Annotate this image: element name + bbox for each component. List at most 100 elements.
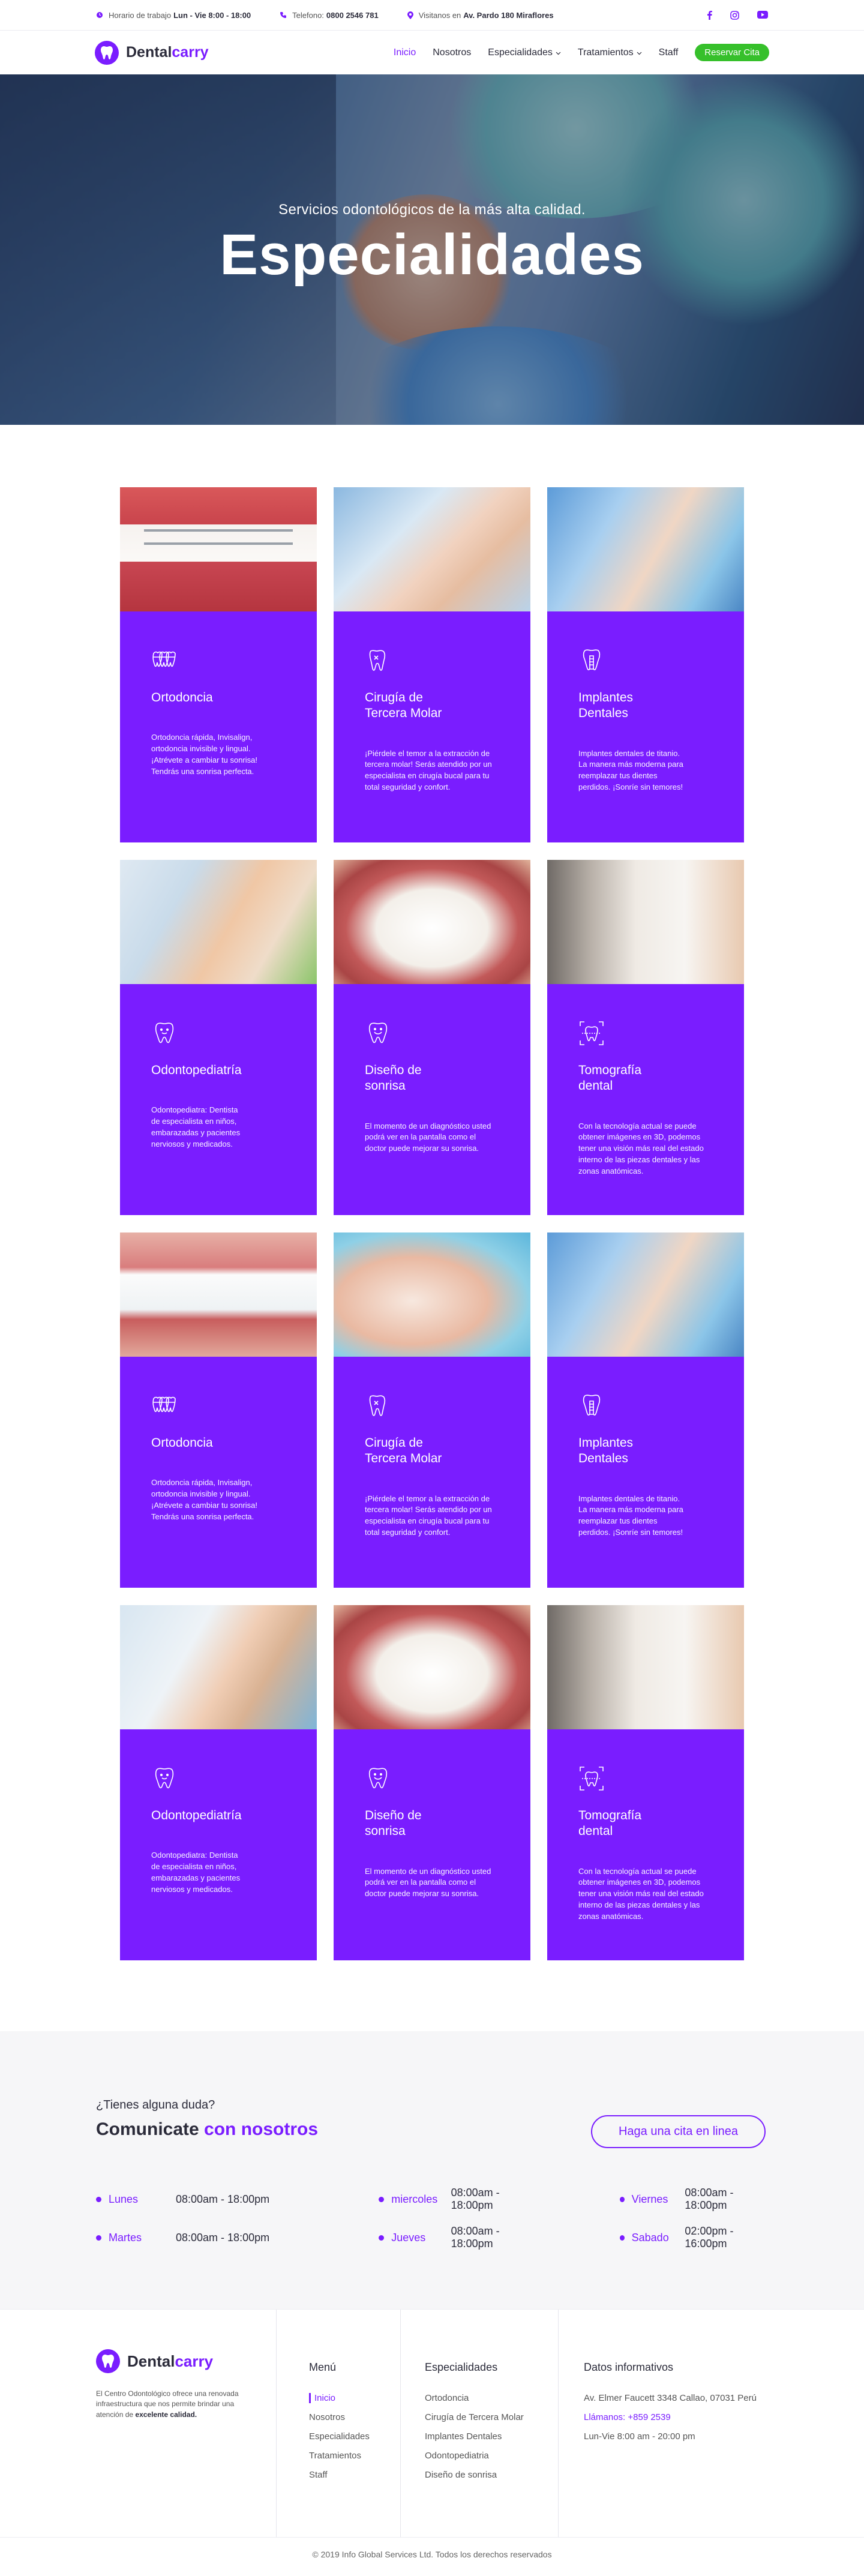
site-logo[interactable]: Dental carry [95, 40, 209, 65]
footer-info-title: Datos informativos [584, 2361, 674, 2373]
nav-item-inicio[interactable]: Inicio [394, 47, 416, 58]
visit-label: Visitanos en [418, 10, 461, 20]
molar-icon [365, 650, 391, 676]
specialty-body: Ortodoncia Ortodoncia rápida, Invisalign,… [120, 1357, 317, 1523]
footer-link-implantes[interactable]: Implantes Dentales [425, 2431, 558, 2442]
footer-link-inicio[interactable]: Inicio [309, 2393, 400, 2403]
implant-icon [578, 1395, 605, 1422]
specialty-card[interactable]: Cirugía de Tercera Molar ¡Piérdele el tem… [334, 1232, 530, 1588]
specialty-description: Con la tecnología actual se puede obtene… [578, 1121, 704, 1175]
specialty-card[interactable]: Diseño de sonrisa El momento de un diagnó… [334, 860, 530, 1215]
online-appointment-button[interactable]: Haga una cita en linea [590, 2115, 766, 2148]
hours-day: miercoles [391, 2193, 438, 2205]
hero-text: Servicios odontológicos de la más alta c… [0, 202, 864, 288]
specialty-description: Odontopediatra: Dentista de especialista… [151, 1105, 241, 1148]
braces-tooth-icon [151, 1396, 178, 1422]
footer-schedule: Lun-Vie 8:00 am - 20:00 pm [584, 2431, 695, 2442]
specialty-body: Odontopediatría Odontopediatra: Dentista … [120, 984, 317, 1150]
hours-row: Lunes 08:00am - 18:00pm [96, 2187, 320, 2212]
footer-link-odontopediatria[interactable]: Odontopediatria [425, 2451, 558, 2461]
specialty-image [120, 1232, 317, 1357]
hours-value: Lun - Vie 8:00 - 18:00 [173, 10, 251, 20]
hours-day: Martes [109, 2231, 142, 2244]
specialty-description: Implantes dentales de titanio. La manera… [578, 748, 683, 792]
specialty-body: Diseño de sonrisa El momento de un diagnó… [334, 1729, 530, 1900]
nav-item-especialidades[interactable]: Especialidades [488, 47, 561, 58]
specialty-body: Cirugía de Tercera Molar ¡Piérdele el tem… [334, 1357, 530, 1539]
tooth-logo-icon [96, 2349, 120, 2373]
hours-time: 08:00am - 18:00pm [451, 2225, 500, 2250]
scan-icon [578, 1767, 605, 1794]
facebook-icon[interactable] [707, 10, 712, 20]
specialty-title: Diseño de sonrisa [365, 1063, 422, 1093]
specialty-body: Odontopediatría Odontopediatra: Dentista … [120, 1729, 317, 1896]
specialty-card[interactable]: Implantes Dentales Implantes dentales de … [547, 487, 744, 842]
nav-item-tratamientos[interactable]: Tratamientos [578, 47, 642, 58]
bullet-icon [619, 2196, 625, 2202]
bullet-icon [96, 2235, 101, 2241]
footer-specialties: Especialidades Ortodoncia Cirugía de Ter… [400, 2310, 558, 2537]
specialty-description: Odontopediatra: Dentista de especialista… [151, 1851, 241, 1894]
specialty-description: ¡Piérdele el temor a la extracción de te… [365, 748, 492, 792]
footer-link-nosotros[interactable]: Nosotros [309, 2412, 400, 2422]
bullet-icon [379, 2235, 385, 2241]
specialty-card[interactable]: Diseño de sonrisa El momento de un diagnó… [334, 1605, 530, 1960]
specialty-title: Cirugía de Tercera Molar [365, 691, 442, 721]
hours-day: Sabado [631, 2231, 669, 2244]
nav-item-nosotros[interactable]: Nosotros [433, 47, 471, 58]
specialty-description: Implantes dentales de titanio. La manera… [578, 1494, 683, 1537]
hours-row: miercoles 08:00am - 18:00pm [320, 2187, 544, 2212]
footer-link-diseno[interactable]: Diseño de sonrisa [425, 2470, 558, 2480]
kid-tooth-icon [151, 1022, 178, 1049]
specialty-image [334, 1232, 530, 1357]
specialty-image [547, 1232, 744, 1357]
specialty-card[interactable]: Tomografía dental Con la tecnología actua… [547, 860, 744, 1215]
nav-item-staff[interactable]: Staff [659, 47, 679, 58]
hours-time: 08:00am - 18:00pm [176, 2231, 270, 2244]
footer-link-ortodoncia[interactable]: Ortodoncia [425, 2393, 558, 2403]
hours-day: Viernes [631, 2193, 668, 2205]
bullet-icon [379, 2196, 385, 2202]
specialty-card[interactable]: Odontopediatría Odontopediatra: Dentista … [120, 860, 317, 1215]
molar-icon [365, 1395, 391, 1422]
specialty-image [334, 1605, 530, 1729]
specialty-card[interactable]: Implantes Dentales Implantes dentales de … [547, 1232, 744, 1588]
specialty-card[interactable]: Ortodoncia Ortodoncia rápida, Invisalign,… [120, 1232, 317, 1588]
specialty-card[interactable]: Odontopediatría Odontopediatra: Dentista … [120, 1605, 317, 1960]
youtube-icon[interactable] [757, 10, 768, 20]
footer-link-tratamientos[interactable]: Tratamientos [309, 2451, 400, 2461]
hours-time: 02:00pm - 16:00pm [685, 2225, 734, 2250]
specialty-body: Cirugía de Tercera Molar ¡Piérdele el tem… [334, 611, 530, 793]
about-bold: excelente calidad. [135, 2410, 197, 2419]
specialty-description: El momento de un diagnóstico usted podrá… [365, 1866, 491, 1899]
nav-item-label: Staff [658, 47, 679, 58]
specialty-body: Tomografía dental Con la tecnología actua… [547, 984, 744, 1177]
bullet-icon [619, 2235, 625, 2241]
smile-tooth-icon [365, 1022, 391, 1049]
footer-info: Datos informativos Av. Elmer Faucett 334… [558, 2310, 768, 2537]
hero-title: Especialidades [220, 223, 644, 287]
specialty-image [120, 1605, 317, 1729]
specialty-title: Odontopediatría [151, 1063, 242, 1077]
instagram-icon[interactable] [730, 10, 739, 20]
footer-link-cirugia[interactable]: Cirugía de Tercera Molar [425, 2412, 558, 2422]
contact-heading-accent: con nosotros [204, 2119, 319, 2139]
visit-value: Av. Pardo 180 Miraflores [463, 10, 554, 20]
specialty-card[interactable]: Cirugía de Tercera Molar ¡Piérdele el tem… [334, 487, 530, 842]
specialty-body: Tomografía dental Con la tecnología actua… [547, 1729, 744, 1923]
footer-phone[interactable]: Llámanos: +859 2539 [584, 2412, 768, 2422]
specialty-card[interactable]: Tomografía dental Con la tecnología actua… [547, 1605, 744, 1960]
reservar-cita-button[interactable]: Reservar Cita [695, 44, 769, 61]
footer-link-staff[interactable]: Staff [309, 2470, 400, 2480]
phone-icon [280, 11, 287, 19]
phone-value[interactable]: 0800 2546 781 [326, 11, 379, 20]
specialty-body: Implantes Dentales Implantes dentales de … [547, 611, 744, 793]
specialty-description: ¡Piérdele el temor a la extracción de te… [365, 1494, 492, 1537]
footer-logo[interactable]: Dental carry [96, 2349, 276, 2373]
tooth-logo-icon [95, 40, 119, 65]
nav-menu: Inicio Nosotros Especialidades Tratamien… [394, 44, 769, 61]
specialty-title: Ortodoncia [151, 1436, 213, 1450]
footer-link-especialidades[interactable]: Especialidades [309, 2431, 400, 2442]
specialty-card[interactable]: Ortodoncia Ortodoncia rápida, Invisalign,… [120, 487, 317, 842]
scan-icon [578, 1021, 605, 1049]
